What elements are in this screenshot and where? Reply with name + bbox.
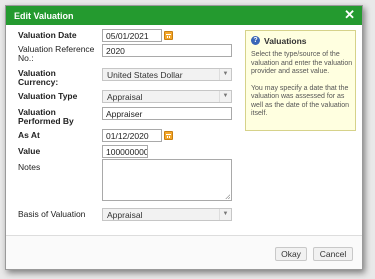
valuation-date-label: Valuation Date <box>18 30 77 40</box>
help-paragraph-2: You may specify a date that the valuatio… <box>251 84 350 118</box>
valuation-currency-label-line2: Currency: <box>18 77 59 87</box>
basis-of-valuation-value: Appraisal <box>107 210 143 220</box>
value-label: Value <box>18 146 41 156</box>
valuation-performed-by-label: Valuation Performed By <box>18 108 74 126</box>
dialog-titlebar: Edit Valuation ✕ <box>6 6 362 25</box>
valuation-reference-label-line2: No.: <box>18 53 34 63</box>
basis-of-valuation-label: Basis of Valuation <box>18 209 86 219</box>
as-at-label: As At <box>18 130 40 140</box>
help-panel: ? Valuations Select the type/source of t… <box>245 30 356 131</box>
calendar-icon[interactable] <box>164 31 173 40</box>
resize-handle-icon[interactable] <box>225 194 230 199</box>
close-icon[interactable]: ✕ <box>344 8 355 22</box>
chevron-down-icon[interactable]: ▼ <box>219 209 231 220</box>
valuation-type-value: Appraisal <box>107 92 143 102</box>
valuation-currency-value: United States Dollar <box>107 70 183 80</box>
cancel-button[interactable]: Cancel <box>313 247 353 261</box>
valuation-reference-label: Valuation Reference No.: <box>18 45 94 63</box>
dialog-footer: Okay Cancel <box>6 235 362 269</box>
valuation-currency-label: Valuation Currency: <box>18 69 58 87</box>
help-icon: ? <box>251 36 260 45</box>
help-paragraph-1: Select the type/source of the valuation … <box>251 51 353 75</box>
okay-button[interactable]: Okay <box>275 247 307 261</box>
valuation-reference-input[interactable]: 2020 <box>102 44 232 57</box>
valuation-currency-select[interactable]: United States Dollar ▼ <box>102 68 232 81</box>
notes-label: Notes <box>18 162 41 172</box>
chevron-down-icon[interactable]: ▼ <box>219 69 231 80</box>
basis-of-valuation-select[interactable]: Appraisal ▼ <box>102 208 232 221</box>
valuation-performed-by-label-line2: Performed By <box>18 116 74 126</box>
dialog-title: Edit Valuation <box>14 11 74 21</box>
valuation-type-label: Valuation Type <box>18 91 78 101</box>
calendar-icon[interactable] <box>164 131 173 140</box>
help-title: Valuations <box>264 36 307 46</box>
notes-textarea[interactable] <box>102 159 232 201</box>
value-input[interactable]: 100000000 <box>102 145 148 158</box>
as-at-input[interactable]: 01/12/2020 <box>102 129 162 142</box>
edit-valuation-dialog: Edit Valuation ✕ Valuation Date 05/01/20… <box>5 5 363 270</box>
valuation-date-input[interactable]: 05/01/2021 <box>102 29 162 42</box>
valuation-performed-by-input[interactable]: Appraiser <box>102 107 232 120</box>
help-body: Select the type/source of the valuation … <box>251 51 353 127</box>
valuation-type-select[interactable]: Appraisal ▼ <box>102 90 232 103</box>
chevron-down-icon[interactable]: ▼ <box>219 91 231 102</box>
